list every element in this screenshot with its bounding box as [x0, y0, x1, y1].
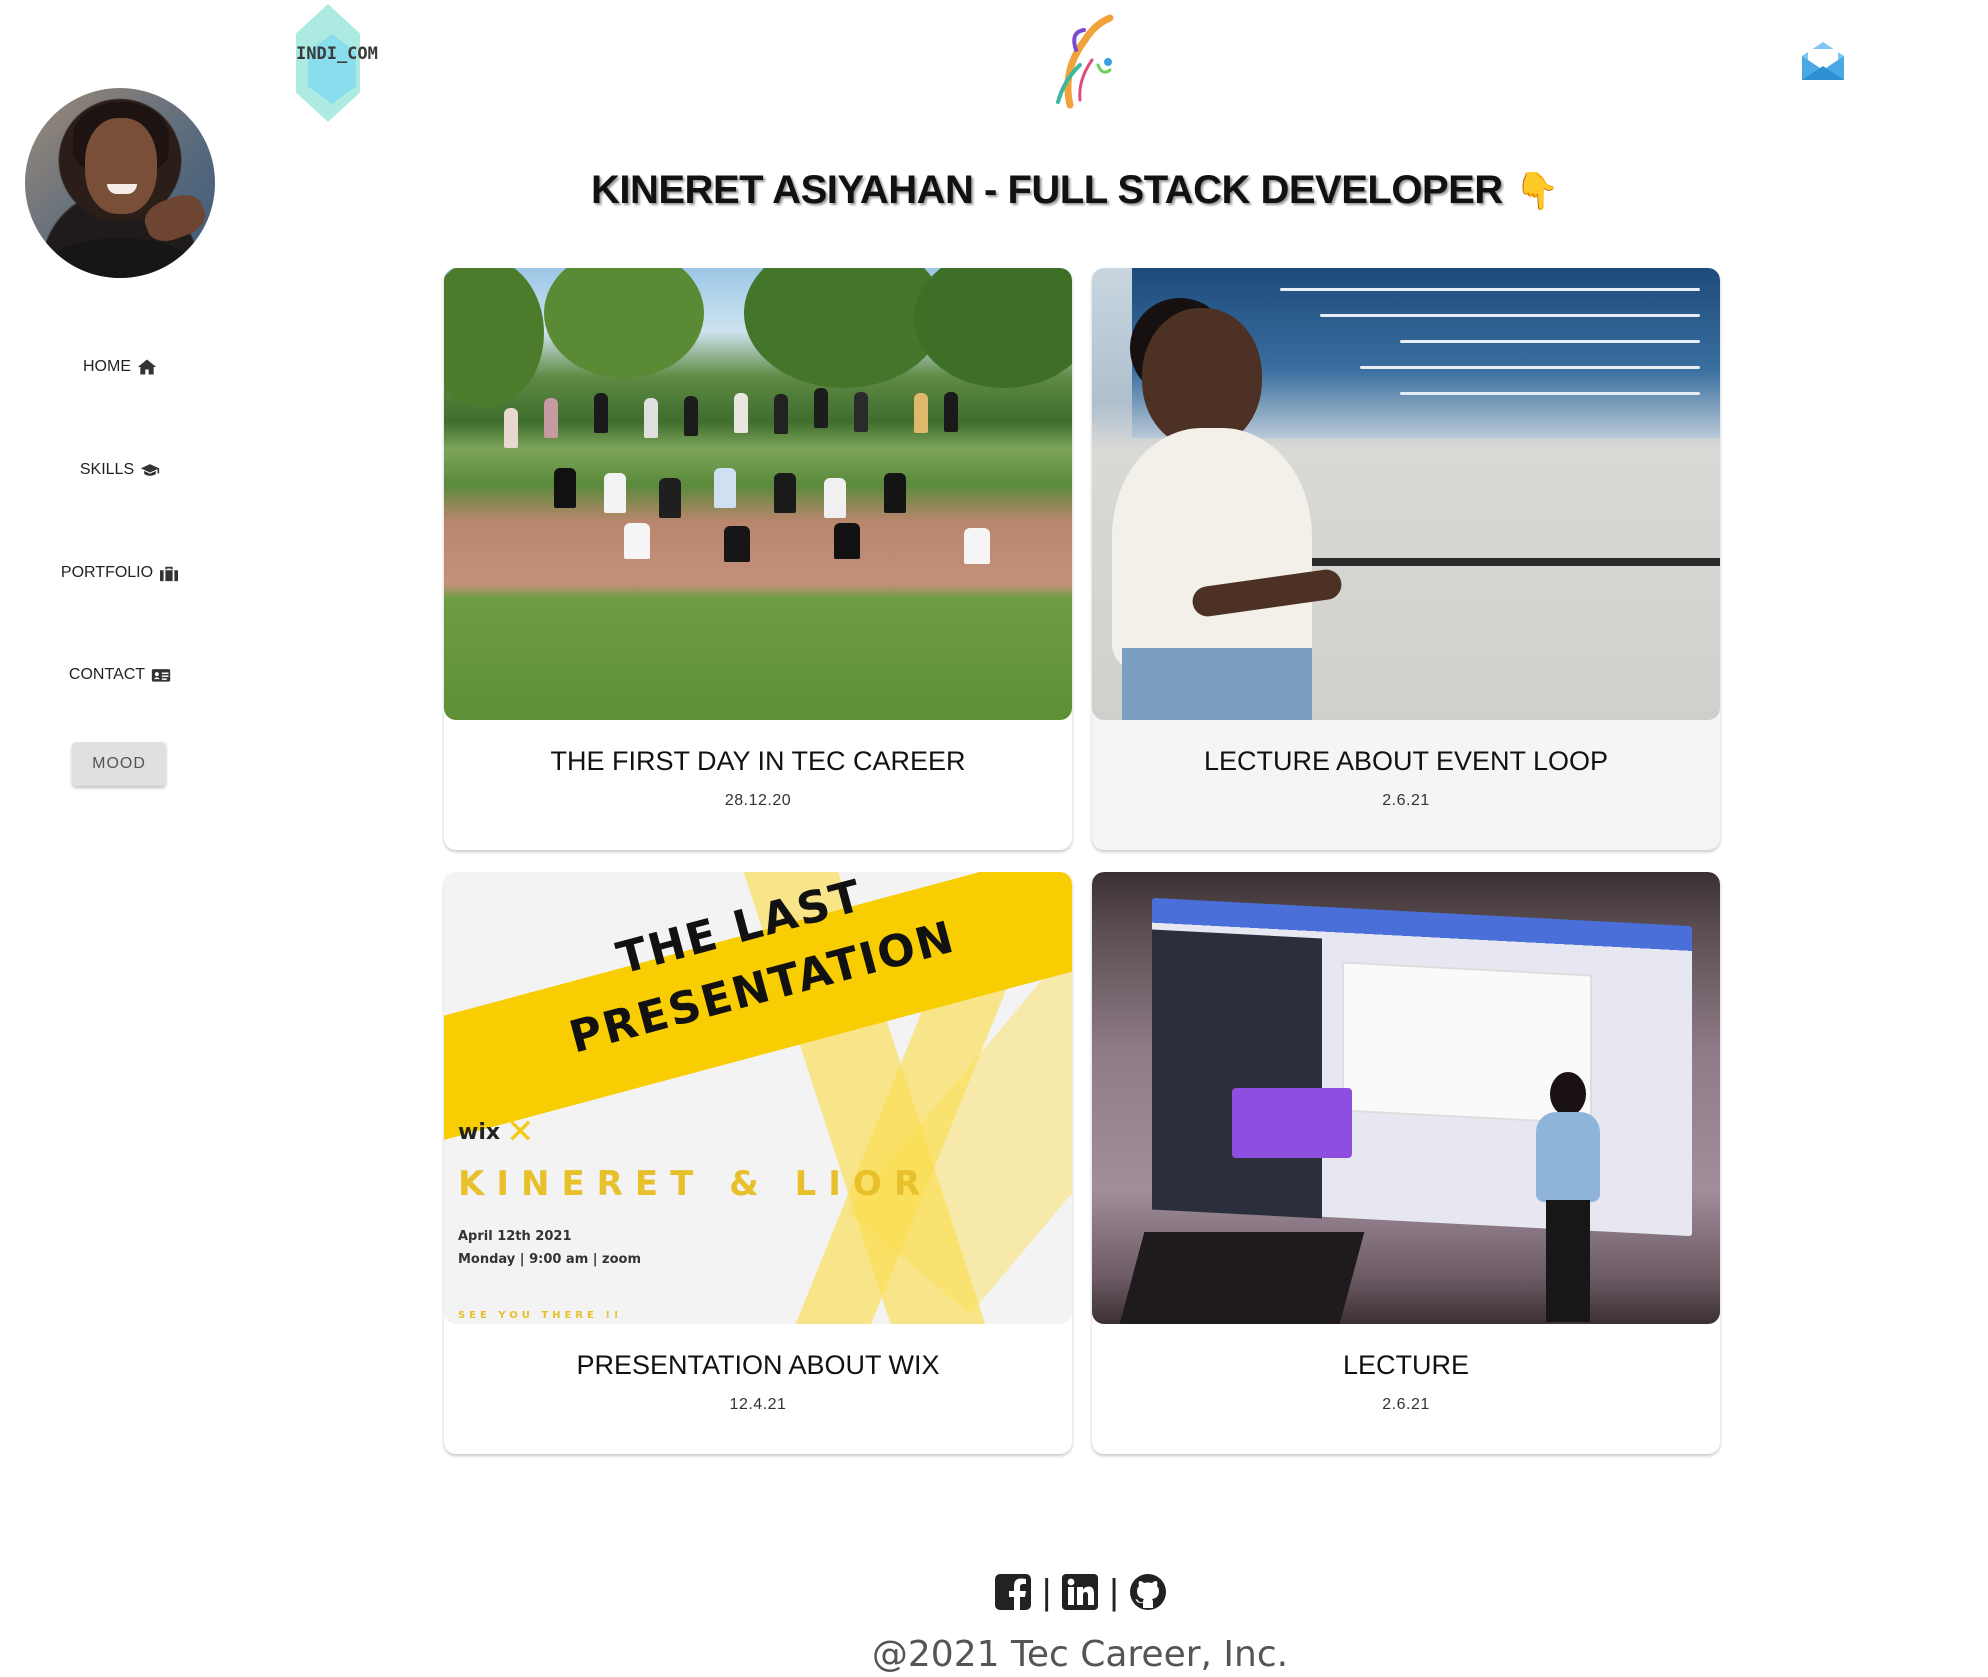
card-date: 2.6.21 — [1382, 792, 1430, 809]
nav-home-label: HOME — [83, 358, 131, 375]
github-icon[interactable] — [1129, 1573, 1167, 1611]
facebook-icon[interactable] — [994, 1573, 1032, 1611]
nav-home[interactable]: HOME — [0, 352, 240, 382]
social-links: | | — [994, 1570, 1167, 1614]
linkedin-icon[interactable] — [1061, 1573, 1099, 1611]
page-title: KINERET ASIYAHAN - FULL STACK DEVELOPER 👇 — [440, 168, 1710, 213]
id-card-icon — [151, 669, 171, 682]
nav-skills[interactable]: SKILLS — [0, 455, 240, 485]
envelope-icon[interactable] — [1800, 40, 1846, 82]
brand-logo-icon — [1056, 14, 1114, 109]
portfolio-card[interactable]: LECTURE ABOUT EVENT LOOP 2.6.21 — [1092, 268, 1720, 850]
event-date: April 12th 2021 — [458, 1229, 572, 1244]
indi-com-logo[interactable]: INDI_COM — [290, 4, 378, 122]
card-title: LECTURE ABOUT EVENT LOOP — [1203, 746, 1609, 776]
card-photo-classroom — [1092, 872, 1720, 1324]
nav-contact-label: CONTACT — [68, 666, 146, 683]
portfolio-page: HOME SKILLS PORTFOLIO CONTACT MOOD INDI_… — [0, 0, 1988, 1677]
card-date: 12.4.21 — [729, 1396, 787, 1413]
nav-portfolio[interactable]: PORTFOLIO — [0, 558, 240, 588]
pointing-down-icon: 👇 — [1514, 170, 1560, 211]
card-photo-lecture — [1092, 268, 1720, 720]
copyright-text: @2021 Tec Career, Inc. — [871, 1634, 1289, 1675]
portfolio-card[interactable]: LECTURE 2.6.21 — [1092, 872, 1720, 1454]
portfolio-card[interactable]: THE FIRST DAY IN TEC CAREER 28.12.20 — [444, 268, 1072, 850]
social-separator: | — [1042, 1571, 1052, 1612]
portfolio-card[interactable]: THE LAST PRESENTATION wix ✕ KINERET & LI… — [444, 872, 1072, 1454]
nav-contact[interactable]: CONTACT — [0, 660, 240, 690]
see-you-text: SEE YOU THERE !! — [458, 1310, 623, 1321]
graduation-cap-icon — [140, 464, 160, 476]
social-separator: | — [1109, 1571, 1119, 1612]
indi-com-logo-text: INDI_COM — [296, 44, 378, 64]
mood-button[interactable]: MOOD — [72, 742, 166, 786]
briefcase-icon — [160, 566, 179, 582]
nav-skills-label: SKILLS — [79, 461, 135, 478]
sidebar: HOME SKILLS PORTFOLIO CONTACT MOOD — [0, 0, 240, 1677]
card-date: 28.12.20 — [724, 792, 792, 809]
card-date: 2.6.21 — [1382, 1396, 1430, 1413]
event-time: Monday | 9:00 am | zoom — [458, 1252, 642, 1267]
presenters-names: KINERET & LIOR — [458, 1164, 932, 1204]
card-title: PRESENTATION ABOUT WIX — [576, 1350, 940, 1380]
card-photo-wix: THE LAST PRESENTATION wix ✕ KINERET & LI… — [444, 872, 1072, 1324]
home-icon — [137, 359, 157, 375]
profile-avatar — [25, 88, 215, 278]
card-title: LECTURE — [1342, 1350, 1470, 1380]
wix-logo-icon: ✕ — [506, 1112, 535, 1152]
card-title: THE FIRST DAY IN TEC CAREER — [550, 746, 966, 776]
page-title-text: KINERET ASIYAHAN - FULL STACK DEVELOPER — [590, 168, 1503, 212]
nav-portfolio-label: PORTFOLIO — [60, 564, 154, 581]
wix-logo-text: wix — [458, 1120, 501, 1145]
card-photo-group — [444, 268, 1072, 720]
